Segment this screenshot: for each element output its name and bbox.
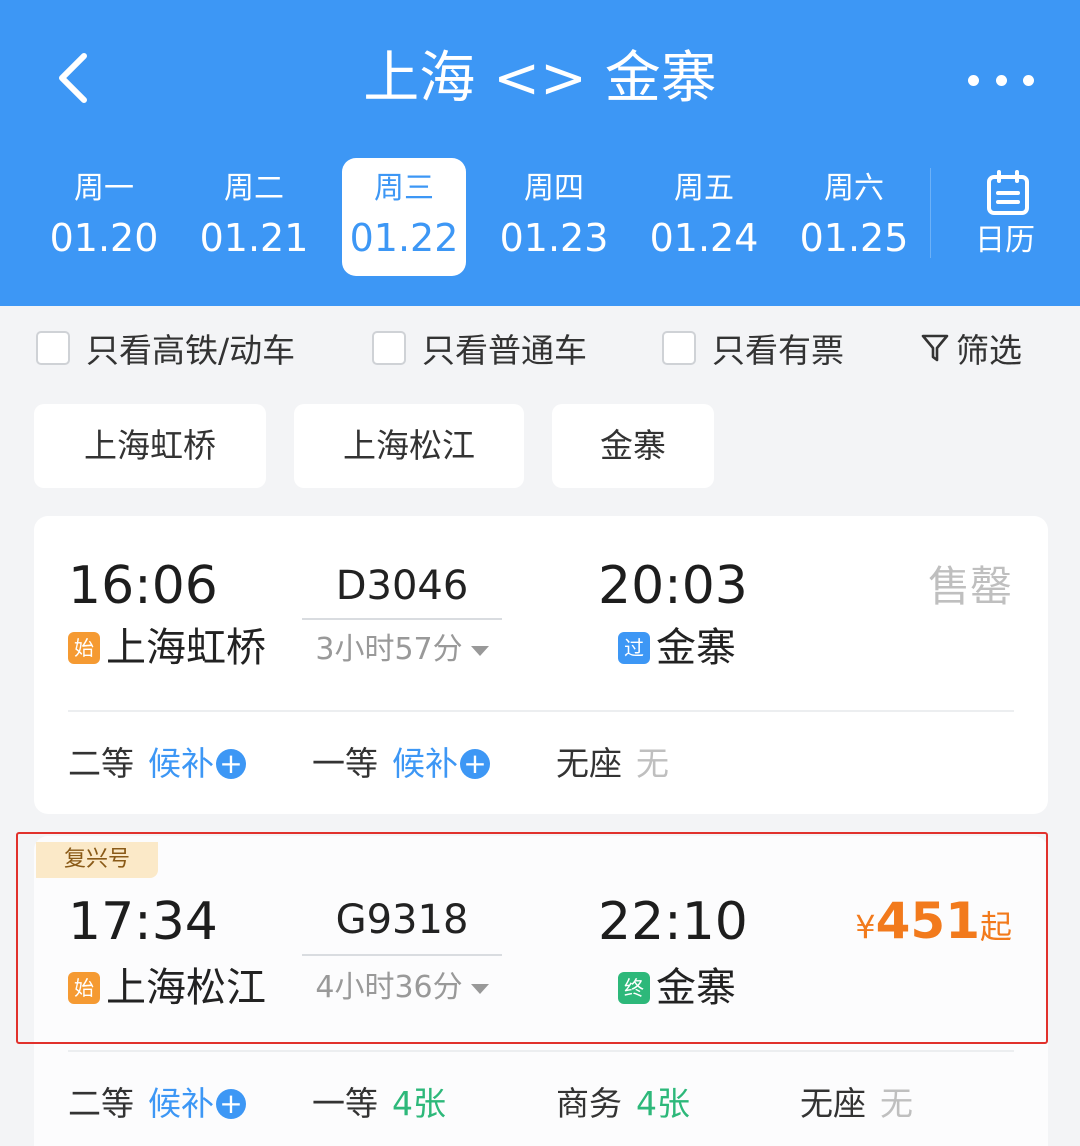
train-line <box>302 618 502 620</box>
date-tab-mon[interactable]: 周一 01.20 <box>42 158 166 276</box>
date-tab-sat[interactable]: 周六 01.25 <box>792 158 916 276</box>
seat-status: 无 <box>880 1084 913 1123</box>
date-value: 01.23 <box>499 216 609 260</box>
station-name: 金寨 <box>656 625 736 671</box>
seat-business-class[interactable]: 商务 4张 <box>556 1082 690 1126</box>
checkbox[interactable] <box>36 331 70 365</box>
sold-out-label: 售罄 <box>928 562 1013 611</box>
seat-status: 候补 <box>148 1084 214 1123</box>
date-tab-fri[interactable]: 周五 01.24 <box>642 158 766 276</box>
seat-first-class[interactable]: 一等 4张 <box>312 1082 446 1126</box>
date-value: 01.25 <box>799 216 909 260</box>
date-value: 01.21 <box>199 216 309 260</box>
seat-class: 无座 <box>556 744 622 783</box>
date-weekday: 周六 <box>824 171 884 206</box>
filter-button-label: 筛选 <box>956 331 1022 370</box>
date-weekday: 周四 <box>524 171 584 206</box>
calendar-icon <box>987 170 1029 215</box>
filter-high-speed[interactable]: 只看高铁/动车 <box>36 326 295 370</box>
filter-label: 只看普通车 <box>422 331 587 370</box>
station-chip-hongqiao[interactable]: 上海虹桥 <box>34 404 266 488</box>
station-chip-songjiang[interactable]: 上海松江 <box>294 404 524 488</box>
duration-toggle[interactable]: 3小时57分 <box>302 630 502 670</box>
date-tab-wed[interactable]: 周三 01.22 <box>342 158 466 276</box>
seat-second-class[interactable]: 二等 候补 + <box>68 742 246 786</box>
seat-class: 二等 <box>68 1084 134 1123</box>
seat-status: 候补 <box>148 744 214 783</box>
filter-label: 只看有票 <box>712 331 844 370</box>
date-tab-tue[interactable]: 周二 01.21 <box>192 158 316 276</box>
date-value: 01.20 <box>49 216 159 260</box>
date-weekday: 周一 <box>74 171 134 206</box>
divider <box>68 1050 1014 1052</box>
filter-button[interactable]: 筛选 <box>920 326 1022 370</box>
seat-class: 商务 <box>556 1084 622 1123</box>
seat-status: 候补 <box>392 744 458 783</box>
seat-second-class[interactable]: 二等 候补 + <box>68 1082 246 1126</box>
seat-standing: 无座 无 <box>556 742 669 786</box>
checkbox[interactable] <box>372 331 406 365</box>
pass-badge: 过 <box>618 632 650 664</box>
date-tab-thu[interactable]: 周四 01.23 <box>492 158 616 276</box>
calendar-button[interactable]: 日历 <box>930 160 1080 270</box>
date-weekday: 周五 <box>674 171 734 206</box>
depart-time: 16:06 <box>68 556 218 616</box>
date-weekday: 周二 <box>224 171 284 206</box>
duration-text: 3小时57分 <box>315 632 463 667</box>
seat-status: 4张 <box>636 1084 690 1123</box>
funnel-icon <box>921 334 949 362</box>
filter-regular[interactable]: 只看普通车 <box>372 326 587 370</box>
highlight-box <box>16 832 1048 1044</box>
seat-class: 无座 <box>800 1084 866 1123</box>
plus-circle-icon[interactable]: + <box>216 749 246 779</box>
seat-status: 4张 <box>392 1084 446 1123</box>
date-value: 01.22 <box>349 216 459 260</box>
divider <box>68 710 1014 712</box>
station-chip-jinzhai[interactable]: 金寨 <box>552 404 714 488</box>
page-title: 上海 <> 金寨 <box>363 46 717 111</box>
seat-class: 一等 <box>312 1084 378 1123</box>
plus-circle-icon[interactable]: + <box>216 1089 246 1119</box>
seat-standing: 无座 无 <box>800 1082 913 1126</box>
filter-label: 只看高铁/动车 <box>86 331 296 370</box>
header-bar: 上海 <> 金寨 周一 01.20 周二 01.21 周三 01.22 周四 0… <box>0 0 1080 306</box>
date-weekday: 周三 <box>374 171 434 206</box>
date-value: 01.24 <box>649 216 759 260</box>
more-button[interactable] <box>968 60 1034 100</box>
train-number: D3046 <box>335 563 469 609</box>
caret-down-icon <box>470 645 489 656</box>
start-badge: 始 <box>68 632 100 664</box>
checkbox[interactable] <box>662 331 696 365</box>
seat-class: 二等 <box>68 744 134 783</box>
train-card-d3046[interactable]: 16:06 D3046 3小时57分 20:03 售罄 始 上海虹桥 过 金寨 … <box>34 516 1048 814</box>
plus-circle-icon[interactable]: + <box>460 749 490 779</box>
station-name: 上海虹桥 <box>106 625 266 671</box>
seat-class: 一等 <box>312 744 378 783</box>
filter-available[interactable]: 只看有票 <box>662 326 844 370</box>
departure-station: 始 上海虹桥 <box>68 624 266 672</box>
seat-first-class[interactable]: 一等 候补 + <box>312 742 490 786</box>
arrival-station: 过 金寨 <box>618 624 736 672</box>
arrive-time: 20:03 <box>598 556 748 616</box>
more-dots-icon <box>968 74 979 86</box>
seat-status: 无 <box>636 744 669 783</box>
calendar-label: 日历 <box>975 223 1035 258</box>
